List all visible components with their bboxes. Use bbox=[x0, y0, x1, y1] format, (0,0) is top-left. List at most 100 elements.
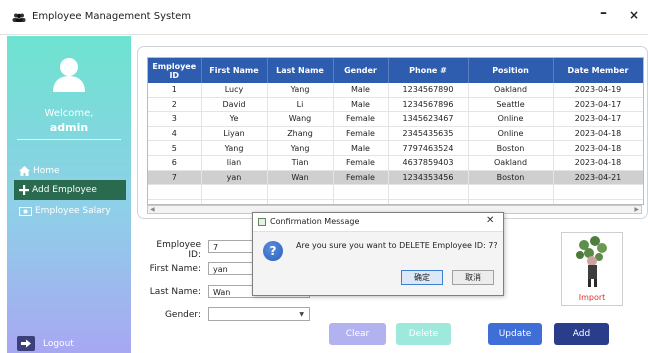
table-row[interactable]: 5 Yang Yang Male 7797463524 Boston 2023-… bbox=[148, 140, 643, 156]
table-row[interactable]: 2 David Li Male 1234567896 Seattle 2023-… bbox=[148, 97, 643, 113]
table-cell: 2023-04-18 bbox=[553, 140, 643, 156]
table-cell: Online bbox=[468, 111, 554, 127]
table-cell: Online bbox=[468, 126, 554, 142]
table-cell: David bbox=[201, 97, 268, 113]
table-cell: 2023-04-17 bbox=[553, 97, 643, 113]
table-cell: 1 bbox=[148, 83, 202, 98]
table-cell: 2023-04-17 bbox=[553, 111, 643, 127]
confirmation-dialog: Confirmation Message ✕ ? Are you sure yo… bbox=[252, 212, 504, 296]
table-cell: Female bbox=[333, 111, 389, 127]
table-cell: 2023-04-21 bbox=[553, 170, 643, 186]
welcome-text: Welcome, bbox=[44, 108, 94, 119]
table-cell: lian bbox=[201, 155, 268, 171]
table-cell: Wang bbox=[267, 111, 334, 127]
table-cell: 7 bbox=[148, 170, 202, 186]
employee-id-label: Employee ID: bbox=[156, 240, 201, 260]
column-header[interactable]: Last Name bbox=[267, 58, 334, 83]
dialog-app-icon bbox=[258, 218, 266, 226]
table-cell: Boston bbox=[468, 170, 554, 186]
table-cell: Tian bbox=[267, 155, 334, 171]
column-header[interactable]: Gender bbox=[333, 58, 389, 83]
table-cell: 2023-04-18 bbox=[553, 155, 643, 171]
gender-select[interactable]: ▼ bbox=[208, 307, 310, 321]
dialog-close-icon[interactable]: ✕ bbox=[486, 215, 494, 226]
close-button[interactable]: × bbox=[629, 8, 639, 22]
table-cell: Female bbox=[333, 126, 389, 142]
table-row[interactable]: 3 Ye Wang Female 1345623467 Online 2023-… bbox=[148, 111, 643, 127]
column-header[interactable]: Position bbox=[468, 58, 554, 83]
title-bar: Employee Management System – × bbox=[0, 0, 648, 35]
update-button[interactable]: Update bbox=[488, 323, 542, 345]
gender-label: Gender: bbox=[164, 310, 201, 320]
last-name-label: Last Name: bbox=[149, 287, 201, 297]
logout-label: Logout bbox=[43, 338, 74, 349]
dialog-cancel-button[interactable]: 取消 bbox=[452, 270, 494, 285]
column-header[interactable]: Date Member bbox=[553, 58, 643, 83]
table-cell: 2023-04-18 bbox=[553, 126, 643, 142]
employee-table-container: Employee ID First Name Last Name Gender … bbox=[147, 57, 644, 205]
minimize-button[interactable]: – bbox=[600, 5, 607, 21]
table-header-row: Employee ID First Name Last Name Gender … bbox=[148, 58, 643, 83]
table-cell: Oakland bbox=[468, 83, 554, 98]
table-cell: Lucy bbox=[201, 83, 268, 98]
table-cell: 1234567896 bbox=[388, 97, 469, 113]
table-cell: Male bbox=[333, 140, 389, 156]
table-cell: Male bbox=[333, 97, 389, 113]
sidebar-item-label: Employee Salary bbox=[35, 206, 111, 216]
first-name-field[interactable]: yan bbox=[208, 262, 258, 275]
scroll-right-icon[interactable]: ▶ bbox=[634, 206, 639, 214]
table-cell: Seattle bbox=[468, 97, 554, 113]
table-cell: Li bbox=[267, 97, 334, 113]
table-cell: 2345435635 bbox=[388, 126, 469, 142]
scroll-left-icon[interactable]: ◀ bbox=[150, 206, 155, 214]
dialog-ok-button[interactable]: 确定 bbox=[401, 270, 443, 285]
table-cell: Ye bbox=[201, 111, 268, 127]
window-title: Employee Management System bbox=[32, 11, 192, 22]
table-cell: 7797463524 bbox=[388, 140, 469, 156]
table-cell: 4637859403 bbox=[388, 155, 469, 171]
table-cell: 5 bbox=[148, 140, 202, 156]
table-cell: Yang bbox=[267, 83, 334, 98]
first-name-label: First Name: bbox=[149, 264, 201, 274]
table-cell: Female bbox=[333, 170, 389, 186]
logout-icon bbox=[17, 336, 35, 351]
table-cell: yan bbox=[201, 170, 268, 186]
table-cell: Wan bbox=[267, 170, 334, 186]
table-row-selected[interactable]: 7 yan Wan Female 1234353456 Boston 2023-… bbox=[148, 170, 643, 186]
username-label: admin bbox=[49, 121, 89, 134]
add-button[interactable]: Add bbox=[554, 323, 609, 345]
column-header[interactable]: First Name bbox=[201, 58, 268, 83]
table-cell: 1345623467 bbox=[388, 111, 469, 127]
logout-button[interactable]: Logout bbox=[7, 336, 74, 351]
table-cell: Zhang bbox=[267, 126, 334, 142]
column-header[interactable]: Phone # bbox=[388, 58, 469, 83]
sidebar-item-add-employee[interactable]: Add Employee bbox=[14, 180, 126, 200]
sidebar-item-home[interactable]: Home bbox=[14, 161, 126, 181]
table-row[interactable]: 1 Lucy Yang Male 1234567890 Oakland 2023… bbox=[148, 83, 643, 98]
table-cell: Yang bbox=[201, 140, 268, 156]
table-row-empty bbox=[148, 184, 643, 200]
dialog-titlebar: Confirmation Message ✕ bbox=[253, 213, 503, 232]
table-cell: Liyan bbox=[201, 126, 268, 142]
table-row[interactable]: 4 Liyan Zhang Female 2345435635 Online 2… bbox=[148, 126, 643, 142]
employee-table: Employee ID First Name Last Name Gender … bbox=[148, 58, 643, 204]
table-cell: Yang bbox=[267, 140, 334, 156]
home-icon bbox=[19, 166, 30, 176]
sidebar-item-employee-salary[interactable]: Employee Salary bbox=[14, 201, 126, 221]
sidebar: Welcome, admin Home Add Employee Employe… bbox=[7, 36, 131, 353]
import-button[interactable]: Import bbox=[561, 293, 623, 302]
column-header[interactable]: Employee ID bbox=[148, 58, 202, 83]
employee-id-field[interactable]: 7 bbox=[208, 240, 258, 253]
sidebar-divider bbox=[17, 139, 121, 140]
money-icon bbox=[19, 206, 32, 216]
table-row[interactable]: 6 lian Tian Female 4637859403 Oakland 20… bbox=[148, 155, 643, 171]
users-icon bbox=[12, 13, 26, 22]
table-cell: 2 bbox=[148, 97, 202, 113]
table-cell: Boston bbox=[468, 140, 554, 156]
delete-button[interactable]: Delete bbox=[396, 323, 451, 345]
clear-button[interactable]: Clear bbox=[329, 323, 386, 345]
table-cell: 2023-04-19 bbox=[553, 83, 643, 98]
table-cell: 6 bbox=[148, 155, 202, 171]
table-cell: Male bbox=[333, 83, 389, 98]
employee-table-panel: Employee ID First Name Last Name Gender … bbox=[137, 46, 648, 219]
